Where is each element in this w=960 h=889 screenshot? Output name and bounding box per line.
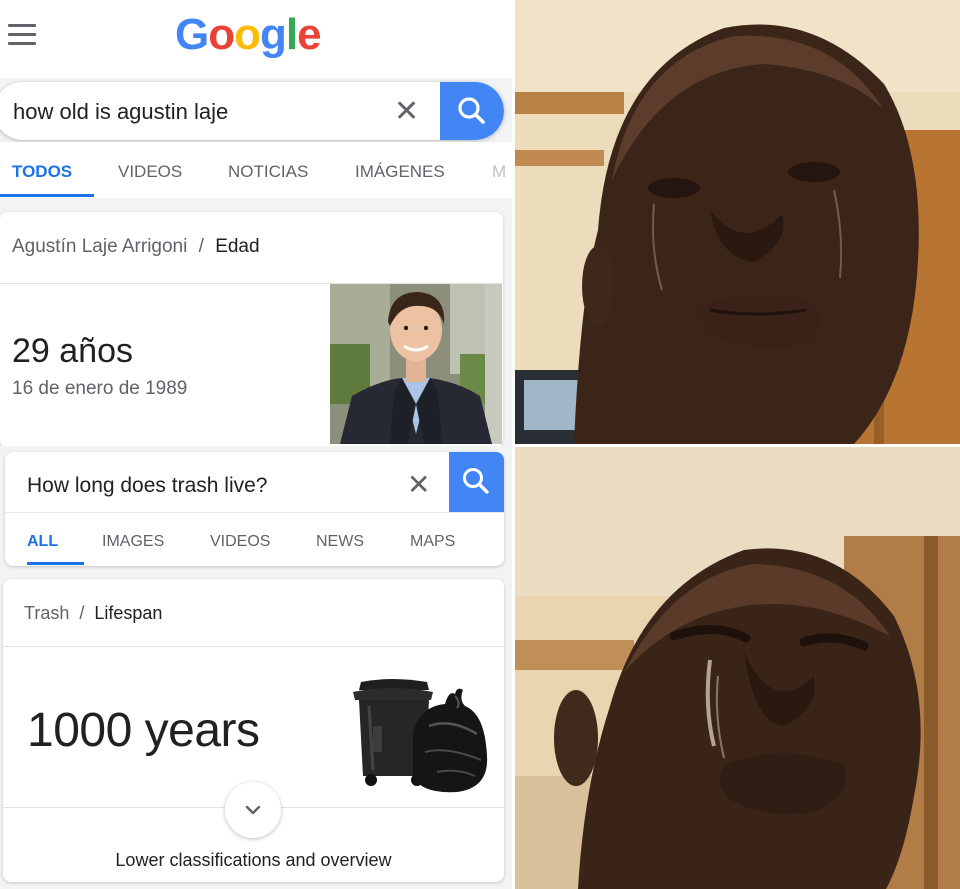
search-button[interactable] — [449, 452, 504, 512]
answer-value: 29 años — [12, 332, 133, 370]
search-input[interactable]: How long does trash live? — [27, 474, 267, 498]
reaction-photo-sobbing — [514, 446, 960, 889]
breadcrumb-separator: / — [198, 236, 204, 257]
tab-maps[interactable]: MAPS — [410, 533, 455, 551]
tab-images[interactable]: IMAGES — [102, 533, 164, 551]
tab-more-truncated[interactable]: M — [492, 162, 506, 182]
breadcrumb-attribute: Lifespan — [94, 603, 163, 623]
search-panel-english: How long does trash live? ✕ ALL IMAGES V… — [0, 446, 514, 889]
breadcrumb: Trash / Lifespan — [24, 603, 162, 624]
breadcrumb: Agustín Laje Arrigoni / Edad — [12, 236, 260, 258]
tab-todos[interactable]: TODOS — [12, 162, 72, 182]
close-icon[interactable]: ✕ — [407, 468, 430, 501]
tab-videos[interactable]: VIDEOS — [118, 162, 182, 182]
search-bar[interactable]: how old is agustin laje ✕ — [0, 82, 504, 140]
search-bar[interactable]: How long does trash live? ✕ ALL IMAGES V… — [5, 452, 504, 566]
search-input[interactable]: how old is agustin laje — [13, 99, 228, 125]
person-photo[interactable] — [330, 284, 502, 444]
image-divider — [514, 444, 960, 447]
hamburger-menu-icon[interactable] — [8, 24, 36, 46]
active-tab-underline — [27, 562, 84, 565]
google-header: Google — [0, 0, 514, 78]
tab-all[interactable]: ALL — [27, 533, 58, 551]
breadcrumb-entity[interactable]: Trash — [24, 603, 69, 623]
search-icon — [458, 97, 485, 124]
divider — [5, 512, 504, 513]
answer-card: Trash / Lifespan 1000 years Lower classi… — [3, 579, 504, 882]
trash-bin-image[interactable] — [351, 676, 491, 800]
search-icon — [463, 468, 489, 494]
chevron-down-icon — [245, 805, 261, 815]
answer-detail: 16 de enero de 1989 — [12, 378, 188, 399]
answer-value: 1000 years — [27, 704, 260, 757]
divider — [3, 646, 504, 647]
more-link[interactable]: Lower classifications and overview — [3, 850, 504, 871]
breadcrumb-separator: / — [79, 603, 85, 623]
search-button[interactable] — [440, 82, 504, 140]
image-divider — [512, 0, 515, 889]
tab-news[interactable]: NEWS — [316, 533, 364, 551]
breadcrumb-attribute: Edad — [215, 236, 260, 257]
reaction-photo-tears — [514, 0, 960, 444]
google-logo[interactable]: Google — [175, 10, 322, 60]
search-panel-spanish: Google how old is agustin laje ✕ TODOS V… — [0, 0, 514, 446]
expand-button[interactable] — [225, 782, 281, 838]
tab-imagenes[interactable]: IMÁGENES — [355, 162, 445, 182]
result-tabs: TODOS VIDEOS NOTICIAS IMÁGENES M — [0, 142, 514, 198]
tab-videos[interactable]: VIDEOS — [210, 533, 270, 551]
tab-noticias[interactable]: NOTICIAS — [228, 162, 308, 182]
close-icon[interactable]: ✕ — [394, 94, 419, 129]
breadcrumb-entity[interactable]: Agustín Laje Arrigoni — [12, 236, 187, 257]
active-tab-underline — [0, 194, 94, 197]
